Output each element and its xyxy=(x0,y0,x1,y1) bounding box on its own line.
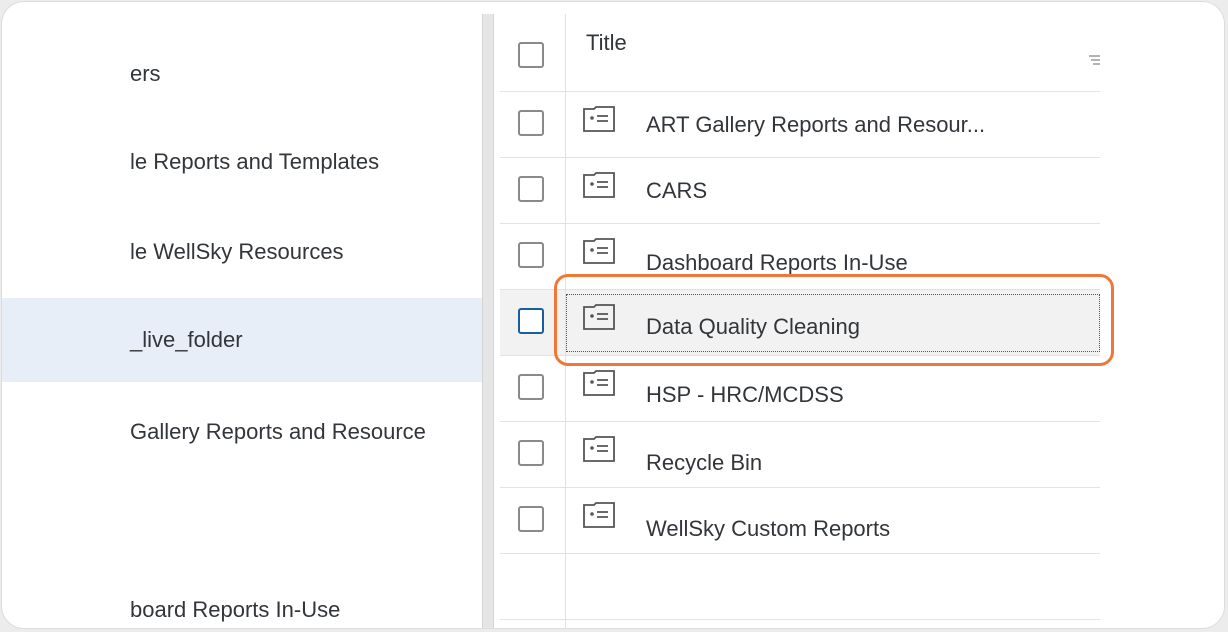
folder-list-icon xyxy=(583,502,615,528)
row-checkbox[interactable] xyxy=(518,374,544,400)
sidebar-item-selected[interactable]: _live_folder xyxy=(2,298,482,382)
row-title[interactable]: ART Gallery Reports and Resour... xyxy=(646,112,985,138)
pane-splitter[interactable] xyxy=(482,14,494,628)
row-checkbox[interactable] xyxy=(518,242,544,268)
table-row-empty xyxy=(500,554,1100,620)
row-title[interactable]: HSP - HRC/MCDSS xyxy=(646,382,844,408)
sidebar-item[interactable]: le Reports and Templates xyxy=(2,120,482,204)
folder-list-icon xyxy=(583,238,615,264)
table-row[interactable]: Recycle Bin xyxy=(500,422,1100,488)
sidebar-item-label: le Reports and Templates xyxy=(130,149,380,174)
sidebar-item-label: board Reports In-Use xyxy=(130,597,341,622)
row-checkbox[interactable] xyxy=(518,308,544,334)
row-checkbox[interactable] xyxy=(518,440,544,466)
row-checkbox[interactable] xyxy=(518,110,544,136)
row-title[interactable]: CARS xyxy=(646,178,707,204)
sidebar-item-label: Gallery Reports and Resource xyxy=(130,419,426,444)
table-header: Title xyxy=(500,14,1101,92)
table-row[interactable]: WellSky Custom Reports xyxy=(500,488,1100,554)
sidebar-item-label: _live_folder xyxy=(130,327,243,352)
sidebar-item[interactable]: Gallery Reports and Resource xyxy=(2,390,482,474)
folder-list-icon xyxy=(583,370,615,396)
row-title[interactable]: WellSky Custom Reports xyxy=(646,516,890,542)
folder-list-icon xyxy=(583,106,615,132)
select-all-checkbox[interactable] xyxy=(518,42,544,68)
title-column-header[interactable]: Title xyxy=(586,30,627,56)
sidebar-item[interactable]: board Reports In-Use xyxy=(2,568,482,628)
highlight-callout xyxy=(554,274,1114,366)
sidebar-item[interactable] xyxy=(2,478,482,562)
table-row[interactable]: CARS xyxy=(500,158,1100,224)
table-row[interactable]: ART Gallery Reports and Resour... xyxy=(500,92,1100,158)
main-card: ers le Reports and Templates le WellSky … xyxy=(2,2,1224,628)
sidebar-item[interactable]: le WellSky Resources xyxy=(2,210,482,294)
row-title[interactable]: Dashboard Reports In-Use xyxy=(646,250,908,276)
blank-area xyxy=(1100,2,1224,628)
row-title[interactable]: Recycle Bin xyxy=(646,450,762,476)
folder-list-icon xyxy=(583,172,615,198)
sidebar-item[interactable]: ers xyxy=(2,32,482,116)
folder-list-icon xyxy=(583,436,615,462)
sidebar-item-label: le WellSky Resources xyxy=(130,239,344,264)
sidebar: ers le Reports and Templates le WellSky … xyxy=(2,2,482,628)
row-checkbox[interactable] xyxy=(518,506,544,532)
row-checkbox[interactable] xyxy=(518,176,544,202)
sidebar-item-label: ers xyxy=(130,61,161,86)
